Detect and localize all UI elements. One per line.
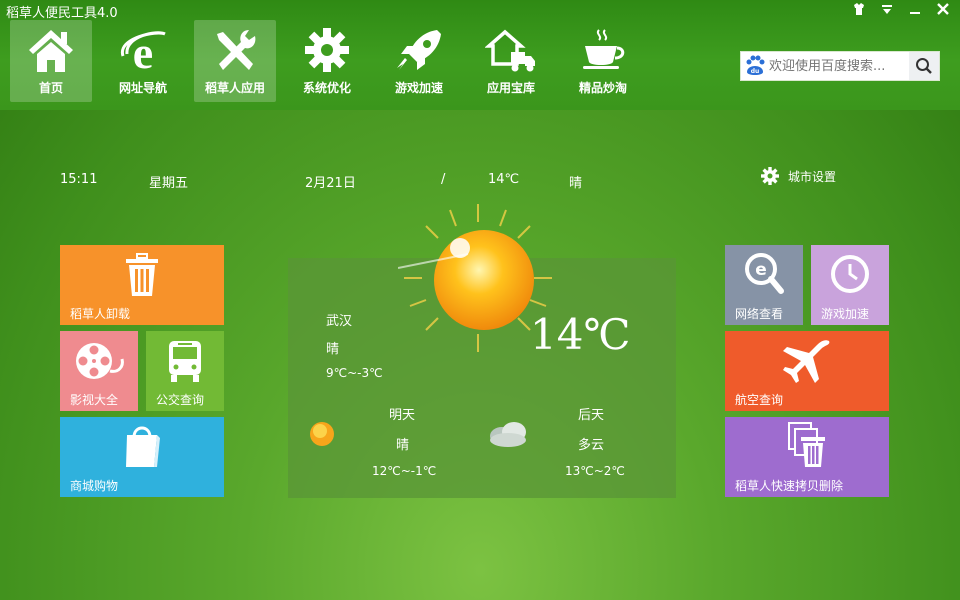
shopping-bag-icon: [126, 426, 160, 467]
cloud-icon: [490, 422, 526, 447]
tile-uninstall[interactable]: 稻草人卸载: [60, 245, 224, 325]
tile-label: 网络查看: [735, 307, 784, 321]
nav-label: 首页: [38, 81, 63, 95]
clock-icon: [831, 255, 869, 293]
tomorrow-range: 12℃~-1℃: [372, 464, 437, 478]
sun-icon: [310, 422, 334, 446]
weather-condition: 晴: [326, 342, 340, 357]
info-separator: /: [441, 172, 446, 187]
bus-icon: [169, 341, 201, 382]
tile-label: 航空查询: [735, 393, 784, 407]
tile-game-boost[interactable]: 游戏加速: [811, 245, 889, 325]
baidu-search-box: du: [740, 51, 940, 81]
search-button[interactable]: [909, 52, 939, 80]
city-settings-label: 城市设置: [788, 169, 837, 184]
tile-label: 稻草人快速拷贝删除: [735, 479, 844, 493]
nav-app-store[interactable]: 应用宝库: [470, 20, 552, 102]
gear-icon: [761, 167, 779, 185]
tools-icon: [217, 30, 256, 70]
window-controls: [850, 2, 952, 20]
search-icon: [916, 58, 932, 74]
airplane-icon: [783, 340, 830, 383]
close-icon[interactable]: [934, 2, 952, 20]
search-input[interactable]: [769, 58, 909, 74]
nav-scarecrow-apps[interactable]: 稻草人应用: [194, 20, 276, 102]
nav-label: 应用宝库: [486, 81, 535, 95]
tile-label: 商城购物: [70, 479, 119, 493]
tile-network-view[interactable]: e 网络查看: [725, 245, 803, 325]
nav-boutique[interactable]: 精品炒淘: [562, 20, 644, 102]
big-sun-icon: [398, 204, 552, 352]
copy-delete-icon: [788, 422, 825, 467]
tomorrow-label: 明天: [389, 408, 416, 423]
svg-text:e: e: [755, 260, 767, 280]
date: 2月21日: [305, 176, 356, 191]
gear-icon: [305, 28, 349, 72]
minimize-icon[interactable]: [906, 2, 924, 20]
after-range: 13℃~2℃: [565, 464, 625, 478]
current-condition: 晴: [569, 176, 583, 191]
after-condition: 多云: [578, 438, 605, 453]
skin-icon[interactable]: [850, 2, 868, 20]
app-title: 稻草人便民工具4.0: [6, 6, 118, 21]
menu-icon[interactable]: [878, 2, 896, 20]
tile-label: 游戏加速: [821, 307, 870, 321]
tile-label: 稻草人卸载: [70, 307, 131, 321]
weather-city: 武汉: [326, 314, 353, 329]
home-icon: [29, 30, 73, 72]
svg-text:du: du: [751, 68, 760, 75]
ie-icon: e: [121, 27, 166, 76]
trash-icon: [126, 253, 158, 296]
tile-label: 公交查询: [156, 393, 205, 407]
tomorrow-condition: 晴: [396, 438, 410, 453]
nav-game-boost[interactable]: 游戏加速: [378, 20, 460, 102]
after-label: 后天: [578, 408, 605, 423]
baidu-paw-icon: du: [741, 52, 769, 80]
tile-bus[interactable]: 公交查询: [146, 331, 224, 411]
tile-movies[interactable]: 影视大全: [60, 331, 138, 411]
nav-label: 网址导航: [118, 81, 167, 95]
tile-shopping[interactable]: 商城购物: [60, 417, 224, 497]
tile-flight-query[interactable]: 航空查询: [725, 331, 889, 411]
coffee-cup-icon: [583, 29, 625, 69]
city-settings-button[interactable]: 城市设置: [760, 166, 836, 186]
nav-label: 系统优化: [302, 81, 351, 95]
nav-system-optimize[interactable]: 系统优化: [286, 20, 368, 102]
nav-label: 精品炒淘: [578, 81, 627, 95]
weather-range: 9℃~-3℃: [326, 366, 383, 380]
nav-home[interactable]: 首页: [10, 20, 92, 102]
clock-time: 15:11: [60, 172, 98, 187]
top-bar: 稻草人便民工具4.0 首页 e 网址导航 稻草人应用 系统优化 游戏加速 应用宝…: [0, 0, 960, 110]
nav-label: 稻草人应用: [204, 81, 265, 95]
rocket-icon: [397, 30, 441, 70]
film-reel-icon: [76, 343, 124, 379]
tile-label: 影视大全: [70, 393, 119, 407]
current-temp: 14℃: [488, 172, 520, 187]
magnifier-ie-icon: e: [745, 253, 784, 294]
nav-url-guide[interactable]: e 网址导航: [102, 20, 184, 102]
main-nav: 首页 e 网址导航 稻草人应用 系统优化 游戏加速 应用宝库 精品炒淘: [10, 20, 654, 102]
truck-house-icon: [485, 29, 535, 72]
weekday: 星期五: [149, 176, 189, 191]
tile-copy-delete[interactable]: 稻草人快速拷贝删除: [725, 417, 889, 497]
nav-label: 游戏加速: [394, 81, 443, 95]
